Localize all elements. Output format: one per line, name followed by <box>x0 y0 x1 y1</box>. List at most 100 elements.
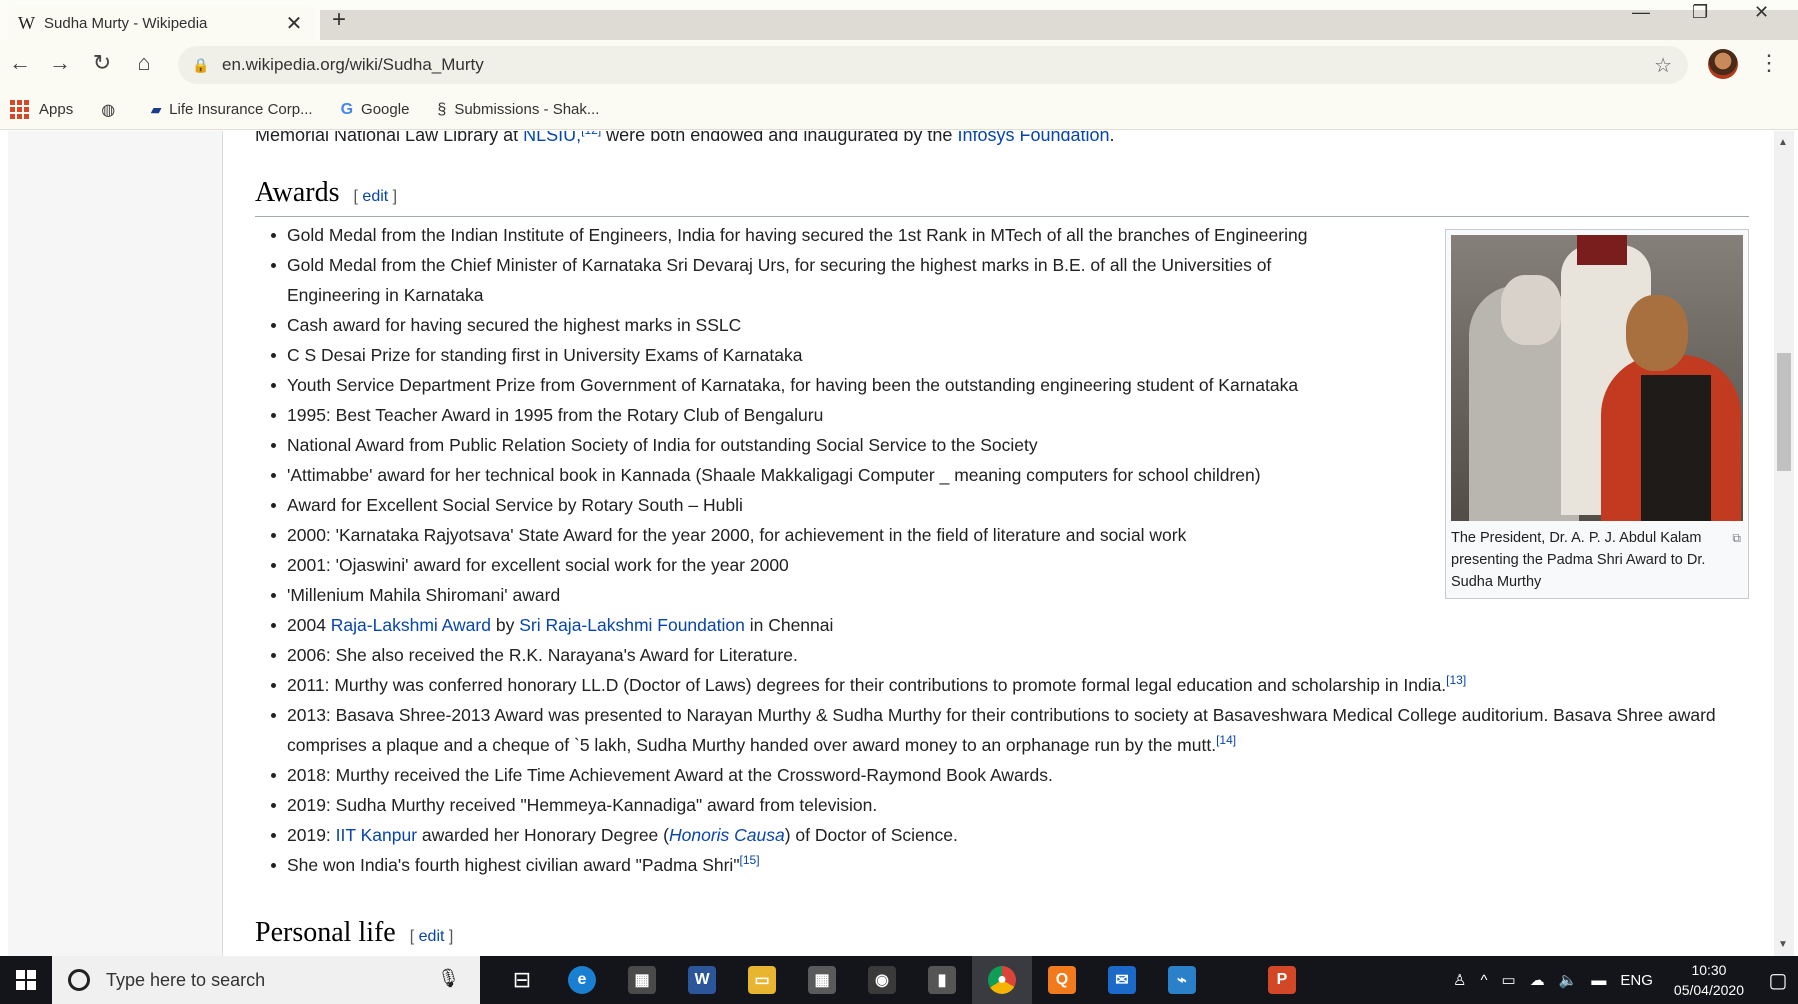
text-fragment: Memorial National Law Library at <box>255 131 524 145</box>
browser-toolbar: ← → ↻ ⌂ 🔒 en.wikipedia.org/wiki/Sudha_Mu… <box>0 40 1798 90</box>
camera-icon[interactable]: ◉ <box>852 956 912 1004</box>
new-tab-button[interactable]: + <box>332 6 346 34</box>
bookmark-label: Apps <box>39 101 74 118</box>
start-button[interactable] <box>0 956 52 1004</box>
onedrive-icon[interactable]: ☁ <box>1530 971 1545 989</box>
list-item: 2019: Sudha Murthy received "Hemmeya-Kan… <box>269 790 1749 820</box>
clock-time: 10:30 <box>1691 962 1727 978</box>
edit-awards-link[interactable]: edit <box>362 188 388 205</box>
wikipedia-favicon-icon: W <box>18 12 35 33</box>
clock[interactable]: 10:30 05/04/2020 <box>1674 960 1744 1000</box>
lock-icon[interactable]: 🔒 <box>192 57 210 74</box>
tab-strip: W Sudha Murty - Wikipedia ✕ + — ❐ ✕ <box>0 0 1798 40</box>
language-indicator[interactable]: ENG <box>1620 972 1653 989</box>
back-icon[interactable]: ← <box>6 50 34 76</box>
word-icon[interactable]: W <box>672 956 732 1004</box>
personal-life-heading: Personal life <box>255 917 396 948</box>
tray-expand-icon[interactable]: ^ <box>1480 972 1487 989</box>
calculator-icon[interactable]: ▦ <box>792 956 852 1004</box>
image-thumbnail: The President, Dr. A. P. J. Abdul Kalam … <box>1445 229 1749 599</box>
task-view-icon[interactable]: ⊟ <box>492 956 552 1004</box>
restore-icon[interactable]: ❐ <box>1692 2 1708 23</box>
bookmark-submissions[interactable]: § Submissions - Shak... <box>437 101 599 119</box>
citation-ref[interactable]: [14] <box>1216 733 1236 747</box>
network-app-icon[interactable]: ⌁ <box>1152 956 1212 1004</box>
bookmark-lic[interactable]: ▰ Life Insurance Corp... <box>151 101 312 118</box>
cortana-icon <box>68 969 90 991</box>
file-explorer-icon[interactable]: ▭ <box>732 956 792 1004</box>
nlsiu-link[interactable]: NLSIU, <box>523 131 581 145</box>
list-item: 2013: Basava Shree-2013 Award was presen… <box>269 700 1749 760</box>
scroll-up-icon[interactable]: ▲ <box>1778 137 1788 148</box>
photo-figure-right-garment <box>1641 375 1711 521</box>
raja-lakshmi-foundation-link[interactable]: Sri Raja-Lakshmi Foundation <box>519 615 745 635</box>
text-fragment: in Chennai <box>744 615 834 635</box>
windows-taskbar: Type here to search 🎙 ⊟ e ▦ W ▭ ▦ ◉ ▮ ● … <box>0 956 1798 1004</box>
powerpoint-icon[interactable]: P <box>1252 956 1312 1004</box>
window-close-icon[interactable]: ✕ <box>1754 2 1769 23</box>
people-icon[interactable]: ♙ <box>1453 971 1466 989</box>
edge-icon[interactable]: e <box>552 956 612 1004</box>
notifications-icon[interactable]: ▢ <box>1758 968 1798 993</box>
bookmark-google[interactable]: G Google <box>341 101 410 119</box>
battery-icon[interactable]: ▬ <box>1591 972 1606 989</box>
citation-ref[interactable]: [13] <box>1446 673 1466 687</box>
scroll-down-icon[interactable]: ▼ <box>1778 939 1788 950</box>
scrollbar-thumb[interactable] <box>1777 353 1791 471</box>
home-icon[interactable]: ⌂ <box>130 50 158 76</box>
mail-icon[interactable]: ✉ <box>1092 956 1152 1004</box>
bookmark-star-icon[interactable]: ☆ <box>1654 53 1672 78</box>
list-item: Gold Medal from the Indian Institute of … <box>269 220 1439 250</box>
browser-menu-icon[interactable]: ⋮ <box>1758 50 1780 76</box>
reload-icon[interactable]: ↻ <box>88 50 116 76</box>
page-scrollbar[interactable]: ▲ ▼ <box>1774 131 1794 956</box>
citation-ref[interactable]: [12] <box>581 131 601 137</box>
edit-personal-life-link[interactable]: edit <box>419 928 445 945</box>
volume-icon[interactable]: 🔈 <box>1559 971 1578 989</box>
bookmark-apps[interactable]: Apps <box>10 100 73 119</box>
text-fragment: ) of Doctor of Science. <box>784 825 958 845</box>
awards-heading: Awards <box>255 177 340 208</box>
bookmark-globe[interactable]: ◍ <box>101 100 123 120</box>
clock-date: 05/04/2020 <box>1673 982 1744 998</box>
browser-tab[interactable]: W Sudha Murty - Wikipedia ✕ <box>8 6 314 40</box>
bookmark-label: Submissions - Shak... <box>454 101 600 118</box>
url-text[interactable]: en.wikipedia.org/wiki/Sudha_Murty <box>222 55 484 75</box>
personal-life-section-heading: Personal life [ edit ] <box>255 917 453 949</box>
text-fragment: by <box>490 615 520 635</box>
awards-section-heading: Awards [ edit ] <box>255 177 1749 217</box>
q-app-icon[interactable]: Q <box>1032 956 1092 1004</box>
chrome-icon[interactable]: ● <box>972 956 1032 1004</box>
text-fragment: She won India's fourth highest civilian … <box>287 855 740 875</box>
network-icon[interactable]: ▭ <box>1502 971 1516 989</box>
profile-avatar[interactable] <box>1708 49 1738 79</box>
raja-lakshmi-award-link[interactable]: Raja-Lakshmi Award <box>331 615 491 635</box>
store-icon[interactable]: ▦ <box>612 956 672 1004</box>
text-fragment: 2011: Murthy was conferred honorary LL.D… <box>287 675 1447 695</box>
citation-ref[interactable]: [15] <box>740 853 760 867</box>
taskbar-search[interactable]: Type here to search 🎙 <box>52 956 480 1004</box>
tab-title: Sudha Murty - Wikipedia <box>44 14 208 32</box>
address-bar[interactable]: 🔒 en.wikipedia.org/wiki/Sudha_Murty ☆ <box>178 46 1688 84</box>
infosys-foundation-link[interactable]: Infosys Foundation <box>957 131 1109 145</box>
minimize-icon[interactable]: — <box>1632 2 1650 23</box>
list-item: Gold Medal from the Chief Minister of Ka… <box>269 250 1369 310</box>
apps-grid-icon <box>10 100 29 119</box>
enlarge-icon[interactable]: ⧉ <box>1732 527 1741 549</box>
list-item: She won India's fourth highest civilian … <box>269 850 1749 880</box>
page-viewport: Memorial National Law Library at NLSIU,[… <box>8 131 1774 956</box>
honoris-causa-link[interactable]: Honoris Causa <box>669 825 785 845</box>
voice-recorder-icon[interactable]: ▮ <box>912 956 972 1004</box>
close-tab-icon[interactable]: ✕ <box>284 11 304 36</box>
submissions-icon: § <box>437 100 447 118</box>
article-content: Memorial National Law Library at NLSIU,[… <box>255 131 1755 956</box>
forward-icon[interactable]: → <box>46 50 74 76</box>
bookmark-label: Google <box>361 101 410 118</box>
previous-paragraph-line: Memorial National Law Library at NLSIU,[… <box>255 131 1115 146</box>
microphone-icon[interactable]: 🎙 <box>437 968 460 989</box>
google-g-icon: G <box>340 100 354 118</box>
iit-kanpur-link[interactable]: IIT Kanpur <box>336 825 417 845</box>
padma-shri-photo[interactable] <box>1451 235 1743 521</box>
photo-figure-guard-cap <box>1577 235 1627 265</box>
wiki-sidebar <box>8 131 223 956</box>
